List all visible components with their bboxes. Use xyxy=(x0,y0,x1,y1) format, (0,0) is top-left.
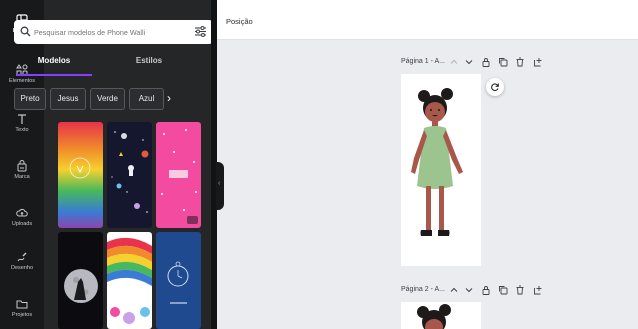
add-page-icon[interactable] xyxy=(533,57,543,67)
chevron-down-icon[interactable] xyxy=(464,285,474,295)
template-thumbnail-clock[interactable] xyxy=(156,232,201,329)
rail-item-desenho[interactable]: Desenho xyxy=(0,251,44,272)
tab-estilos[interactable]: Estilos xyxy=(109,54,189,76)
space-astronaut-image xyxy=(107,122,152,228)
page-1-title[interactable]: Página 1 - A... xyxy=(401,58,445,65)
trash-icon[interactable] xyxy=(515,57,525,67)
page-2-header: Página 2 - A... xyxy=(401,285,571,299)
pocket-clock-image xyxy=(156,232,201,329)
editor-top-bar: Posição xyxy=(217,0,638,40)
search-box[interactable] xyxy=(14,20,213,44)
rail-label-desenho: Desenho xyxy=(10,265,34,271)
search-input[interactable] xyxy=(34,20,192,44)
rail-label-texto: Texto xyxy=(15,127,29,133)
chip-verde[interactable]: Verde xyxy=(90,88,125,110)
rainbow-hearts-image xyxy=(107,232,152,329)
rainbow-gradient-image xyxy=(58,122,103,228)
chip-preto[interactable]: Preto xyxy=(14,88,46,110)
chip-jesus[interactable]: Jesus xyxy=(50,88,86,110)
panel-tabs: Modelos Estilos xyxy=(14,54,172,76)
icon-rail: Design Elementos Texto Marca Uploads Des… xyxy=(0,0,44,329)
chevron-up-icon[interactable] xyxy=(449,57,459,67)
template-thumbnail-pink[interactable] xyxy=(156,122,201,228)
chevron-down-icon[interactable] xyxy=(464,57,474,67)
rail-item-marca[interactable]: Marca xyxy=(0,160,44,181)
template-thumbnail-rainbow-hearts[interactable] xyxy=(107,232,152,329)
template-thumbnail-rainbow[interactable] xyxy=(58,122,103,228)
chevron-up-icon[interactable] xyxy=(449,285,459,295)
page-2-canvas[interactable] xyxy=(401,302,481,329)
panel-collapse-handle[interactable]: ‹ xyxy=(216,162,224,210)
rail-item-uploads[interactable]: Uploads xyxy=(0,207,44,228)
duplicate-icon[interactable] xyxy=(498,57,508,67)
lock-icon[interactable] xyxy=(481,285,491,295)
template-thumbnail-moon[interactable] xyxy=(58,232,103,329)
upload-cloud-icon xyxy=(16,208,28,217)
girl-illustration-2 xyxy=(417,304,451,329)
pink-pattern-image xyxy=(156,122,201,228)
trash-icon[interactable] xyxy=(515,285,525,295)
rail-item-texto[interactable]: Texto xyxy=(0,113,44,134)
rail-label-elementos: Elementos xyxy=(9,78,35,84)
filter-sliders-icon[interactable] xyxy=(194,25,207,38)
chevron-left-icon: ‹ xyxy=(218,180,221,187)
rail-label-projetos: Projetos xyxy=(11,312,33,318)
moon-wolf-image xyxy=(58,232,103,329)
chip-azul[interactable]: Azul xyxy=(129,88,164,110)
add-page-icon[interactable] xyxy=(533,285,543,295)
filter-chips: Preto Jesus Verde Azul › xyxy=(14,88,172,112)
refresh-icon xyxy=(491,83,499,92)
template-thumbnail-space[interactable] xyxy=(107,122,152,228)
rail-label-uploads: Uploads xyxy=(11,221,33,227)
search-icon xyxy=(20,26,31,37)
page-1-header: Página 1 - A... xyxy=(401,57,571,71)
girl-illustration xyxy=(411,88,463,236)
position-button[interactable]: Posição xyxy=(226,17,253,26)
brand-icon xyxy=(17,160,27,172)
tab-modelos[interactable]: Modelos xyxy=(14,54,94,76)
text-icon xyxy=(18,114,26,124)
regenerate-button[interactable] xyxy=(486,78,504,96)
draw-icon xyxy=(17,252,27,262)
duplicate-icon[interactable] xyxy=(498,285,508,295)
page-1-canvas[interactable] xyxy=(401,74,481,266)
rail-item-projetos[interactable]: Projetos xyxy=(0,298,44,319)
rail-label-marca: Marca xyxy=(14,174,30,180)
chevron-right-icon[interactable]: › xyxy=(167,91,171,105)
page-2-title[interactable]: Página 2 - A... xyxy=(401,286,445,293)
folder-icon xyxy=(16,300,28,309)
lock-icon[interactable] xyxy=(481,57,491,67)
